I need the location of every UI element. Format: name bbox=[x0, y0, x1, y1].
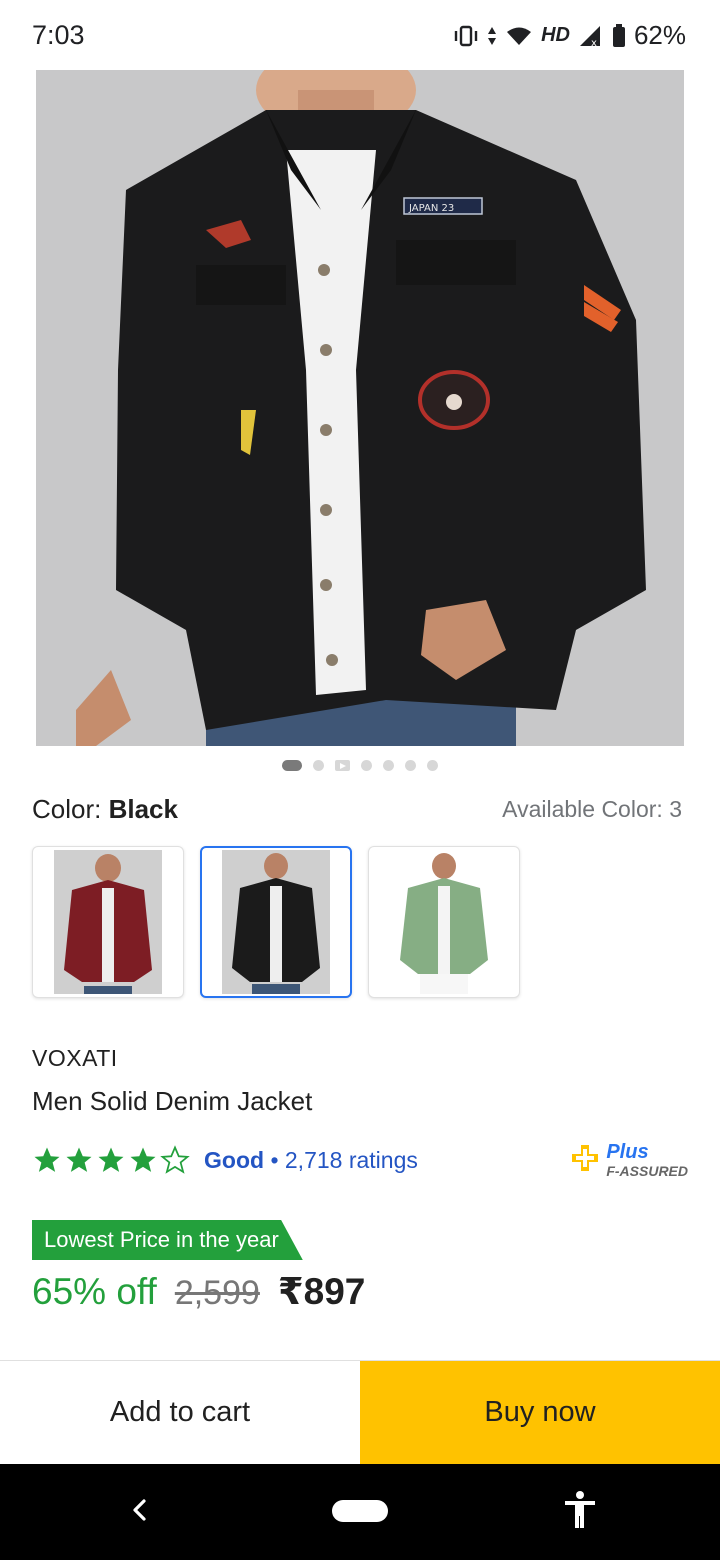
product-title: Men Solid Denim Jacket bbox=[32, 1086, 313, 1116]
image-carousel-indicator bbox=[0, 760, 720, 771]
rating-row[interactable]: Good • 2,718 ratings Plus F-ASSURED bbox=[32, 1140, 688, 1180]
carousel-dot-6 bbox=[405, 760, 416, 771]
star-empty-icon bbox=[160, 1145, 190, 1175]
rating-label: Good bbox=[204, 1146, 265, 1173]
color-swatch-green[interactable] bbox=[368, 846, 520, 998]
rating-stars bbox=[32, 1145, 190, 1175]
product-brand: VOXATI bbox=[32, 1045, 118, 1071]
back-icon[interactable] bbox=[128, 1494, 150, 1531]
price-row: 65% off 2,599 ₹897 bbox=[32, 1270, 365, 1313]
buy-now-button[interactable]: Buy now bbox=[360, 1361, 720, 1464]
carousel-dot-5 bbox=[383, 760, 394, 771]
star-filled-icon bbox=[128, 1145, 158, 1175]
product-image[interactable]: JAPAN 23 bbox=[36, 70, 684, 746]
status-time: 7:03 bbox=[32, 20, 85, 50]
selected-color-name: Black bbox=[108, 794, 178, 824]
plus-subtitle: F-ASSURED bbox=[606, 1163, 688, 1179]
color-swatch-maroon[interactable] bbox=[32, 846, 184, 998]
bottom-action-bar: Add to cart Buy now bbox=[0, 1360, 720, 1464]
carousel-dot-4 bbox=[361, 760, 372, 771]
available-colors-count: Available Color: 3 bbox=[502, 796, 682, 822]
color-selector-header: Color: Black Available Color: 3 bbox=[32, 792, 682, 828]
carousel-dot-1 bbox=[282, 760, 302, 771]
rating-count: 2,718 ratings bbox=[284, 1146, 418, 1173]
plus-assured-text: Plus F-ASSURED bbox=[606, 1142, 688, 1178]
color-swatches bbox=[32, 846, 520, 998]
color-swatch-black[interactable] bbox=[200, 846, 352, 998]
status-bar: 7:03 HD x 62% bbox=[0, 0, 720, 70]
plus-title: Plus bbox=[606, 1141, 649, 1163]
battery-icon bbox=[612, 23, 626, 48]
hero-patch-label: JAPAN 23 bbox=[408, 203, 454, 214]
discount-percent: 65% off bbox=[32, 1271, 157, 1312]
system-navigation-bar bbox=[0, 1464, 720, 1560]
carousel-video-dot bbox=[335, 760, 350, 771]
star-filled-icon bbox=[64, 1145, 94, 1175]
battery-level: 62% bbox=[633, 20, 686, 50]
carousel-dot-2 bbox=[313, 760, 324, 771]
rating-summary[interactable]: Good • 2,718 ratings bbox=[204, 1147, 418, 1174]
selling-price: ₹897 bbox=[277, 1271, 366, 1312]
accessibility-icon[interactable] bbox=[562, 1490, 598, 1535]
star-filled-icon bbox=[32, 1145, 62, 1175]
rating-separator: • bbox=[270, 1146, 279, 1173]
svg-text:x: x bbox=[591, 38, 597, 48]
color-label-text: Color: bbox=[32, 794, 102, 824]
deal-badge: Lowest Price in the year bbox=[32, 1220, 303, 1260]
status-icons: HD x 62% bbox=[453, 20, 686, 51]
plus-assured-icon bbox=[570, 1143, 600, 1178]
star-filled-icon bbox=[96, 1145, 126, 1175]
network-type: HD bbox=[541, 24, 570, 46]
plus-assured-badge: Plus F-ASSURED bbox=[570, 1142, 688, 1178]
vibrate-icon bbox=[453, 25, 479, 47]
original-price: 2,599 bbox=[174, 1274, 260, 1312]
color-label: Color: Black bbox=[32, 794, 178, 825]
carousel-dot-7 bbox=[427, 760, 438, 771]
wifi-icon bbox=[505, 25, 533, 47]
home-pill-icon[interactable] bbox=[332, 1500, 388, 1522]
data-arrows-icon bbox=[487, 25, 497, 47]
cell-signal-icon: x bbox=[578, 24, 604, 48]
add-to-cart-button[interactable]: Add to cart bbox=[0, 1361, 360, 1464]
